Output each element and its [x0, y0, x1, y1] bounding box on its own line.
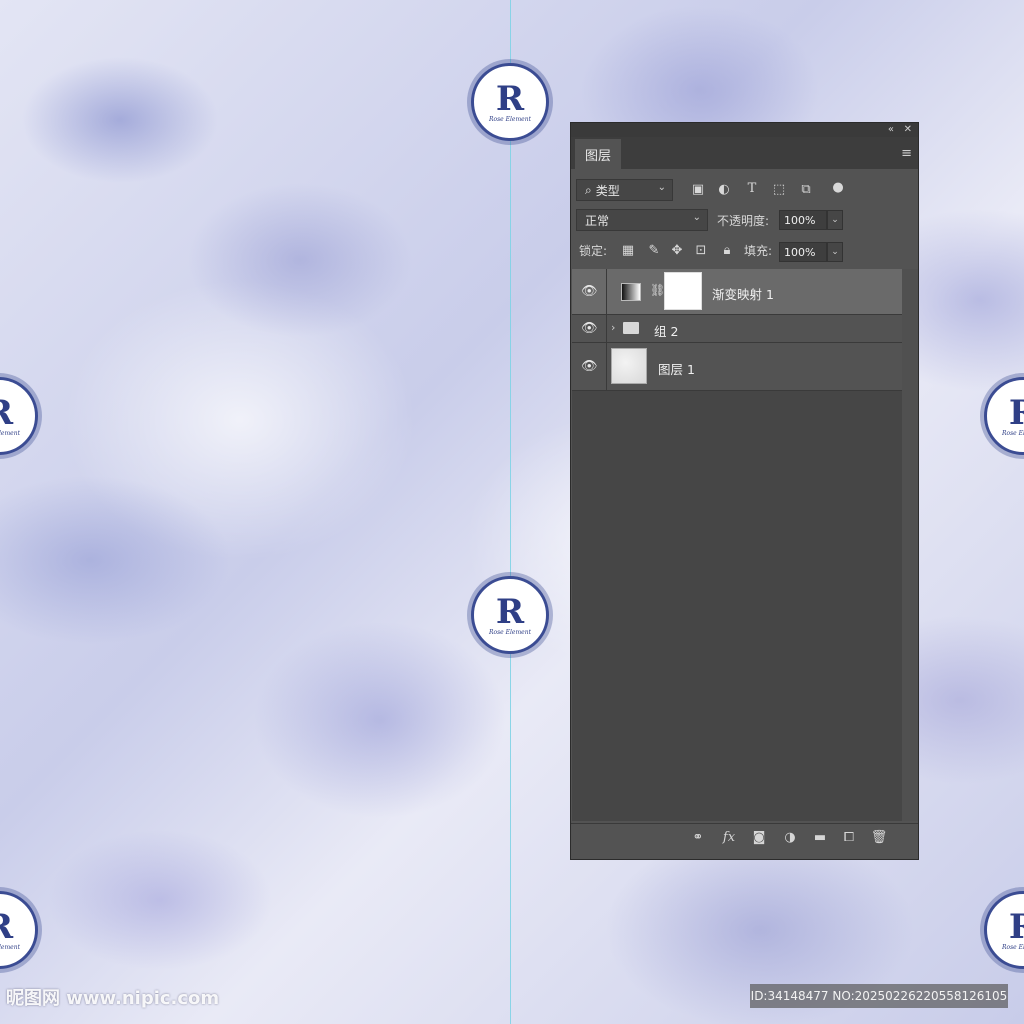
emblem-letter: R [0, 910, 13, 944]
opacity-dropdown-button[interactable]: ⌄ [827, 210, 843, 230]
delete-icon[interactable]: 🗑︎ [869, 830, 889, 845]
emblem-letter: R [0, 396, 13, 430]
link-layers-icon[interactable]: ⚭ [688, 830, 708, 845]
layer-row[interactable]: 👁︎ ⛓︎ 渐变映射 1 [572, 269, 902, 315]
shape-filter-icon[interactable]: ⬚ [770, 182, 788, 197]
blend-mode-value: 正常 [585, 213, 610, 228]
emblem-logo: R Rose Element [471, 63, 549, 141]
new-adjustment-icon[interactable]: ◑ [780, 830, 800, 845]
filter-kind-dropdown[interactable]: ⌕ 类型 ⌄ [576, 179, 673, 201]
link-chain-icon[interactable]: ⛓︎ [650, 283, 665, 297]
smart-object-filter-icon[interactable]: ⧉ [797, 182, 815, 197]
new-group-icon[interactable]: ▬ [810, 830, 830, 845]
layers-panel: « ✕ 图层 ≡ ⌕ 类型 ⌄ ▣ ◐ T ⬚ ⧉ ● 正常 ⌄ 不透明度: 1… [570, 122, 919, 860]
layer-name[interactable]: 组 2 [654, 321, 678, 340]
opacity-label: 不透明度: [717, 214, 770, 228]
layer-name[interactable]: 渐变映射 1 [712, 284, 774, 303]
emblem-letter: R [1008, 906, 1024, 947]
emblem-caption: Rose Element [0, 429, 21, 437]
emblem-caption: Rose Element [488, 628, 532, 636]
folder-icon [623, 322, 639, 334]
layer-mask-thumbnail[interactable] [664, 272, 702, 310]
lock-all-icon[interactable]: 🔒︎ [718, 243, 736, 258]
chevron-down-icon: ⌄ [692, 212, 701, 223]
lock-transparent-icon[interactable]: ▦ [619, 243, 637, 258]
filter-row: ⌕ 类型 ⌄ ▣ ◐ T ⬚ ⧉ ● [571, 177, 918, 205]
gradient-map-icon [621, 283, 641, 301]
close-icon[interactable]: ✕ [904, 123, 912, 137]
lock-label: 锁定: [579, 244, 608, 258]
watermark-site: 昵图网 www.nipic.com [6, 988, 220, 1009]
chevron-right-icon[interactable]: › [611, 321, 615, 334]
tab-layers[interactable]: 图层 [575, 139, 621, 169]
filter-toggle-icon[interactable]: ● [829, 180, 847, 195]
fx-icon[interactable]: fx [719, 830, 739, 845]
lock-paint-icon[interactable]: ✎ [645, 243, 663, 258]
image-filter-icon[interactable]: ▣ [689, 182, 707, 197]
collapse-icon[interactable]: « [888, 123, 894, 137]
mask-icon[interactable]: ◙ [749, 830, 769, 845]
eye-icon[interactable]: 👁︎ [581, 284, 598, 299]
adjustment-filter-icon[interactable]: ◐ [715, 182, 733, 197]
panel-bottom-bar: ⚭ fx ◙ ◑ ▬ ⧠ 🗑︎ [571, 823, 918, 854]
emblem-caption: Rose Element [0, 943, 21, 951]
panel-titlebar[interactable]: « ✕ [571, 123, 918, 137]
panel-tab-row: 图层 ≡ [571, 137, 918, 169]
lock-artboard-icon[interactable]: ⊡ [692, 243, 710, 258]
emblem-letter: R [1008, 392, 1024, 433]
blend-mode-dropdown[interactable]: 正常 ⌄ [576, 209, 708, 231]
emblem-logo: R Rose Element [471, 576, 549, 654]
emblem-letter: R [495, 591, 525, 632]
lock-row: 锁定: ▦ ✎ ✥ ⊡ 🔒︎ 填充: 100% ⌄ [571, 237, 918, 267]
layer-thumbnail[interactable] [611, 348, 647, 384]
layer-row[interactable]: 👁︎ › 组 2 [572, 315, 902, 343]
text-filter-icon[interactable]: T [743, 181, 761, 196]
eye-icon[interactable]: 👁︎ [581, 321, 598, 336]
panel-menu-icon[interactable]: ≡ [901, 146, 912, 161]
emblem-caption: Rose Element [488, 115, 532, 123]
emblem-caption: Rose Element [1001, 429, 1024, 437]
search-icon: ⌕ [585, 182, 592, 197]
eye-icon[interactable]: 👁︎ [581, 359, 598, 374]
filter-kind-label: 类型 [595, 183, 620, 198]
emblem-caption: Rose Element [1001, 943, 1024, 951]
watermark-id: ID:34148477 NO:20250226220558126105 [750, 984, 1008, 1008]
layer-row[interactable]: 👁︎ 图层 1 [572, 343, 902, 391]
fill-input[interactable]: 100% [779, 242, 827, 262]
layers-scrollbar[interactable] [902, 269, 918, 821]
emblem-letter: R [495, 78, 525, 119]
blend-row: 正常 ⌄ 不透明度: 100% ⌄ [571, 207, 918, 235]
new-layer-icon[interactable]: ⧠ [839, 830, 859, 845]
lock-move-icon[interactable]: ✥ [668, 243, 686, 258]
vertical-guide[interactable] [510, 0, 511, 1024]
layers-list[interactable]: 👁︎ ⛓︎ 渐变映射 1 👁︎ › 组 2 👁︎ 图层 1 [572, 269, 902, 821]
chevron-down-icon: ⌄ [657, 182, 666, 193]
layer-name[interactable]: 图层 1 [658, 359, 695, 378]
fill-label: 填充: [744, 244, 773, 258]
opacity-input[interactable]: 100% [779, 210, 827, 230]
fill-dropdown-button[interactable]: ⌄ [827, 242, 843, 262]
